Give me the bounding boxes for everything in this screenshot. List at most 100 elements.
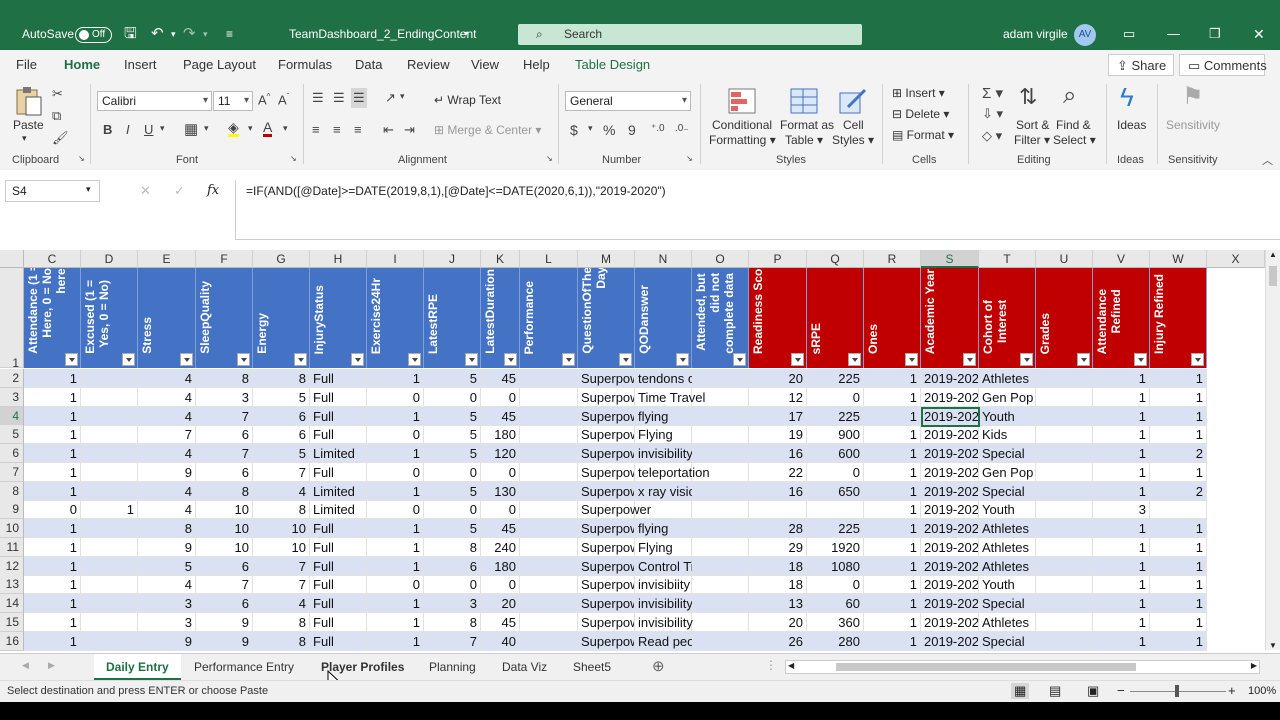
- table-cell[interactable]: [520, 481, 578, 501]
- table-cell[interactable]: [81, 556, 138, 576]
- table-cell[interactable]: [1036, 537, 1093, 557]
- table-cell[interactable]: 9: [138, 462, 196, 482]
- table-cell[interactable]: [1036, 519, 1093, 538]
- user-name[interactable]: adam virgile: [1003, 0, 1068, 50]
- tab-planning[interactable]: Planning: [417, 654, 488, 680]
- table-cell[interactable]: Full: [310, 387, 367, 407]
- table-cell[interactable]: [520, 444, 578, 463]
- table-cell[interactable]: [81, 519, 138, 538]
- clear-icon[interactable]: ◇ ▾: [982, 128, 1002, 144]
- table-cell[interactable]: [692, 556, 749, 576]
- table-cell[interactable]: 60: [807, 594, 864, 613]
- table-cell[interactable]: Superpower: [578, 369, 635, 388]
- cell-styles-icon[interactable]: [838, 87, 868, 117]
- table-cell[interactable]: 20: [749, 612, 807, 632]
- ideas-icon[interactable]: ϟ: [1120, 82, 1134, 113]
- table-cell[interactable]: 280: [807, 631, 864, 651]
- table-cell[interactable]: Youth: [979, 500, 1036, 520]
- table-cell[interactable]: 1: [1150, 575, 1207, 595]
- table-cell[interactable]: 2: [1150, 481, 1207, 501]
- table-cell[interactable]: 4: [138, 481, 196, 501]
- menu-view[interactable]: View: [471, 50, 499, 80]
- column-header-g[interactable]: G: [253, 250, 310, 268]
- table-cell[interactable]: [520, 387, 578, 407]
- menu-review[interactable]: Review: [407, 50, 450, 80]
- table-cell[interactable]: 3: [138, 612, 196, 632]
- table-cell[interactable]: 5: [253, 444, 310, 463]
- table-cell[interactable]: Superpower: [578, 481, 635, 501]
- currency-button[interactable]: $: [570, 122, 578, 138]
- menu-home[interactable]: Home: [64, 50, 101, 82]
- filter-dropdown-icon[interactable]: [465, 353, 478, 366]
- table-cell[interactable]: Superpower: [578, 444, 635, 463]
- table-cell[interactable]: Special: [979, 594, 1036, 613]
- table-cell[interactable]: 9: [138, 537, 196, 557]
- table-cell[interactable]: [1036, 481, 1093, 501]
- formula-input[interactable]: =IF(AND([@Date]>=DATE(2019,8,1),[@Date]<…: [235, 180, 1280, 240]
- table-cell[interactable]: 8: [424, 612, 481, 632]
- table-cell[interactable]: 1: [367, 631, 424, 651]
- conditional-formatting-icon[interactable]: [727, 87, 757, 117]
- table-cell[interactable]: 1: [24, 481, 81, 501]
- table-cell[interactable]: teleportation: [635, 462, 710, 482]
- table-cell[interactable]: 1: [367, 612, 424, 632]
- number-launcher-icon[interactable]: ↘: [686, 154, 693, 163]
- table-cell[interactable]: 5: [253, 387, 310, 407]
- enter-icon[interactable]: ✓: [174, 183, 185, 199]
- name-box-dropdown-icon[interactable]: ▾: [86, 184, 91, 195]
- table-cell[interactable]: 0: [424, 387, 481, 407]
- italic-button[interactable]: I: [126, 122, 130, 137]
- table-cell[interactable]: 2019-2020: [921, 594, 979, 613]
- share-button[interactable]: ⇪ Share: [1108, 54, 1174, 76]
- tab-daily-entry[interactable]: Daily Entry: [94, 654, 181, 680]
- table-cell[interactable]: 6: [196, 556, 253, 576]
- row-header[interactable]: 16: [0, 631, 24, 651]
- table-cell[interactable]: 1: [24, 519, 81, 538]
- table-cell[interactable]: 0: [807, 387, 864, 407]
- menu-help[interactable]: Help: [523, 50, 550, 80]
- table-cell[interactable]: Limited: [310, 500, 367, 520]
- sort-filter-icon[interactable]: ⇅: [1019, 84, 1037, 110]
- table-cell[interactable]: [692, 537, 749, 557]
- row-header[interactable]: 3: [0, 387, 24, 407]
- tab-scroll-left-icon[interactable]: ◀: [22, 660, 29, 671]
- table-cell[interactable]: 10: [253, 519, 310, 538]
- table-cell[interactable]: 16: [749, 481, 807, 501]
- row-header[interactable]: 2: [0, 369, 24, 388]
- table-cell[interactable]: 1: [864, 575, 921, 595]
- format-as-table-icon[interactable]: [789, 87, 819, 117]
- column-header-e[interactable]: E: [138, 250, 196, 268]
- table-cell[interactable]: 0: [481, 500, 520, 520]
- table-cell[interactable]: 1: [1093, 444, 1150, 463]
- filter-dropdown-icon[interactable]: [1077, 353, 1090, 366]
- table-cell[interactable]: 5: [424, 481, 481, 501]
- table-cell[interactable]: 7: [196, 575, 253, 595]
- insert-cells-button[interactable]: ⊞ Insert ▾: [892, 86, 945, 100]
- align-left-icon[interactable]: ≡: [312, 122, 320, 137]
- table-cell[interactable]: 1: [1093, 612, 1150, 632]
- table-cell[interactable]: 7: [424, 631, 481, 651]
- table-cell[interactable]: Full: [310, 537, 367, 557]
- table-cell[interactable]: 1: [1150, 537, 1207, 557]
- column-header-k[interactable]: K: [481, 250, 520, 268]
- table-cell[interactable]: Athletes: [979, 556, 1036, 576]
- table-cell[interactable]: 1: [1093, 387, 1150, 407]
- table-cell[interactable]: 0: [424, 500, 481, 520]
- table-cell[interactable]: 8: [253, 369, 310, 388]
- table-cell[interactable]: 4: [138, 387, 196, 407]
- table-cell[interactable]: 9: [138, 631, 196, 651]
- table-cell[interactable]: 1: [24, 425, 81, 445]
- row-header[interactable]: 10: [0, 519, 24, 538]
- table-cell[interactable]: invisibility: [635, 594, 693, 613]
- table-cell[interactable]: Limited: [310, 444, 367, 463]
- table-cell[interactable]: [1036, 387, 1093, 407]
- autosave-toggle[interactable]: Off: [75, 27, 112, 43]
- filter-dropdown-icon[interactable]: [791, 353, 804, 366]
- orientation-icon[interactable]: ↗: [385, 90, 396, 106]
- table-cell[interactable]: 1: [1150, 425, 1207, 445]
- table-cell[interactable]: [692, 631, 749, 651]
- table-cell[interactable]: Full: [310, 556, 367, 576]
- table-cell[interactable]: 600: [807, 444, 864, 463]
- table-cell[interactable]: 4: [138, 406, 196, 426]
- filter-dropdown-icon[interactable]: [1191, 353, 1204, 366]
